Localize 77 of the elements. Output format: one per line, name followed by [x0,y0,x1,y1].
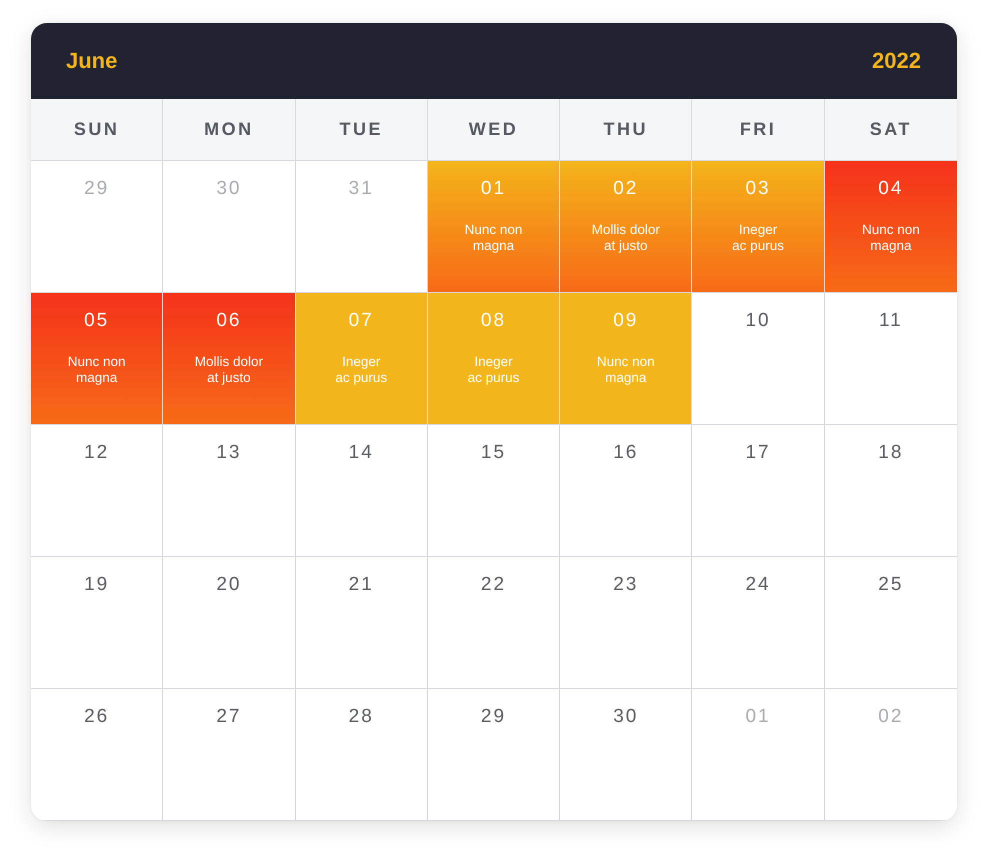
day-cell[interactable]: 27 [163,689,296,821]
day-number: 20 [216,574,242,596]
day-number: 26 [84,706,110,728]
day-cell[interactable]: 17 [692,425,825,557]
day-number: 21 [348,574,374,596]
weekday-header: MON [163,99,296,161]
day-cell[interactable]: 14 [296,425,428,557]
day-number: 10 [745,310,771,332]
day-cell[interactable]: 22 [428,557,560,689]
day-number: 05 [84,310,110,332]
day-number: 15 [480,442,506,464]
event-title: Mollis dolor at justo [592,222,660,254]
day-number: 29 [84,178,110,200]
day-number: 02 [613,178,638,200]
month-label: June [66,48,118,74]
event-title: Nunc non magna [68,354,126,386]
day-number: 12 [84,442,110,464]
day-cell[interactable]: 30 [560,689,692,821]
day-number: 01 [745,706,771,728]
day-cell[interactable]: 15 [428,425,560,557]
day-number: 03 [745,178,771,200]
day-number: 30 [216,178,242,200]
event-title: Ineger ac purus [732,222,784,254]
day-cell[interactable]: 12 [31,425,164,557]
day-number: 07 [348,310,374,332]
event-title: Ineger ac purus [468,354,520,386]
day-number: 01 [480,178,506,200]
day-number: 28 [348,706,374,728]
weekday-header: WED [428,99,560,161]
day-number: 17 [745,442,771,464]
day-number: 31 [348,178,374,200]
event-title: Nunc non magna [464,222,522,254]
day-cell[interactable]: 11 [824,293,957,425]
weekday-header: TUE [296,99,428,161]
day-cell[interactable]: 20 [163,557,296,689]
day-cell[interactable]: 26 [31,689,164,821]
weekday-header: THU [560,99,692,161]
day-cell[interactable]: 19 [31,557,164,689]
day-number: 27 [216,706,242,728]
day-number: 11 [878,310,903,332]
day-cell[interactable]: 21 [296,557,428,689]
day-number: 30 [613,706,638,728]
day-number: 25 [878,574,904,596]
day-number: 22 [480,574,506,596]
day-cell[interactable]: 23 [560,557,692,689]
day-number: 02 [878,706,904,728]
weekday-header: FRI [692,99,825,161]
event-day-cell[interactable]: 04 Nunc non magna [824,161,957,293]
day-cell[interactable]: 25 [824,557,957,689]
day-number: 24 [745,574,771,596]
day-cell[interactable]: 24 [692,557,825,689]
day-number: 06 [216,310,242,332]
day-cell[interactable]: 13 [163,425,296,557]
weekday-header: SAT [824,99,957,161]
day-number: 14 [348,442,374,464]
event-title: Nunc non magna [596,354,655,386]
year-label: 2022 [872,48,921,74]
day-number: 19 [84,574,110,596]
event-day-cell[interactable]: 05 Nunc non magna [31,293,164,425]
event-title: Mollis dolor at justo [194,354,264,386]
day-number: 13 [216,442,242,464]
day-number: 16 [613,442,638,464]
day-number: 29 [480,706,506,728]
day-cell[interactable]: 10 [692,293,825,425]
day-number: 04 [878,178,904,200]
day-cell[interactable]: 29 [428,689,560,821]
event-title: Nunc non magna [862,222,920,254]
event-day-cell[interactable]: 06 Mollis dolor at justo [163,293,296,425]
day-number: 23 [613,574,638,596]
event-title: Ineger ac purus [335,354,388,386]
day-number: 18 [878,442,904,464]
day-cell[interactable]: 28 [296,689,428,821]
day-cell[interactable]: 16 [560,425,692,557]
day-number: 09 [613,310,638,332]
weekday-header: SUN [31,99,164,161]
day-number: 08 [480,310,506,332]
day-cell[interactable]: 18 [824,425,957,557]
